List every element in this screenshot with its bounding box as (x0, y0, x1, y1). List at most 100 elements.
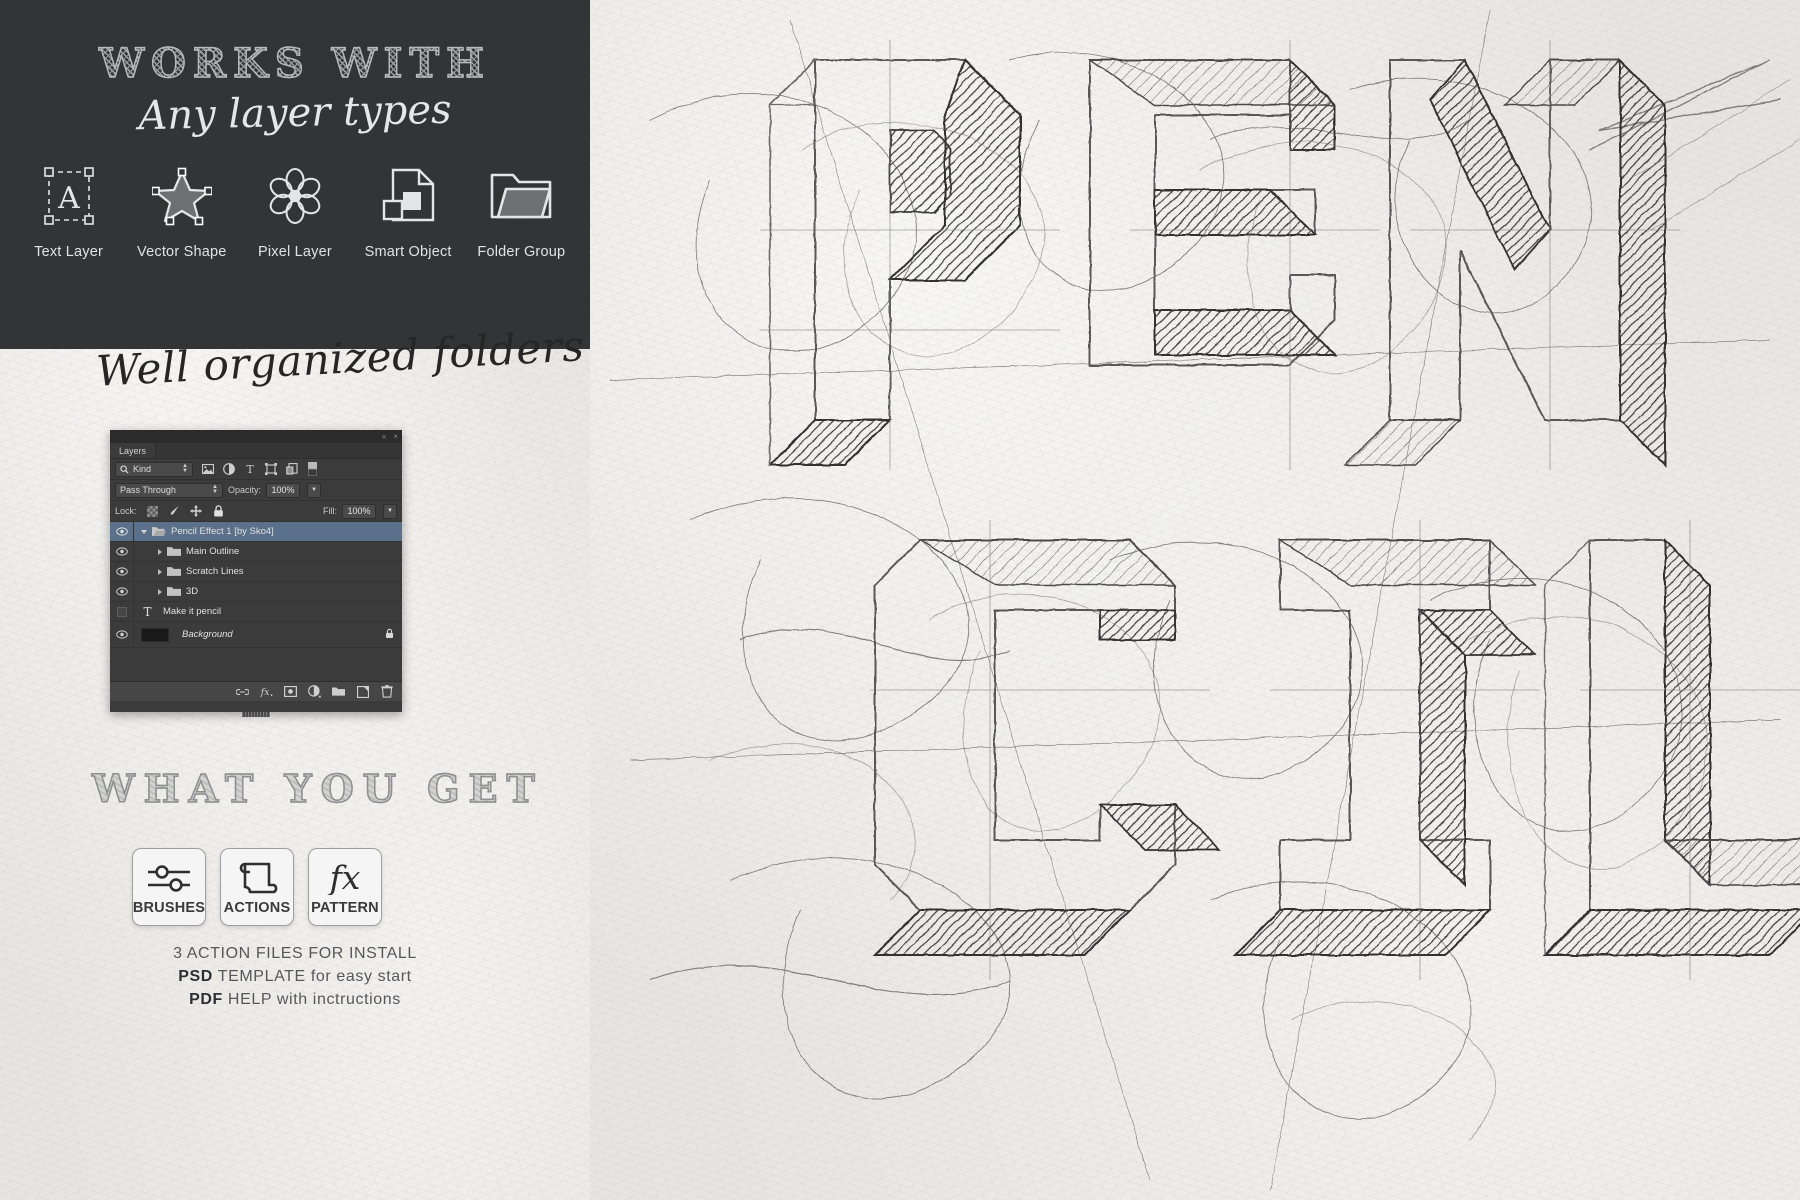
lock-position-icon[interactable] (190, 505, 203, 518)
type-layer-icon: T (143, 605, 151, 618)
close-panel-icon[interactable]: × (393, 432, 398, 441)
table-row[interactable]: Scratch Lines (110, 562, 402, 582)
layer-visibility-toggle[interactable] (110, 562, 134, 581)
layer-name: 3D (186, 586, 199, 597)
adjustment-filter-icon[interactable] (222, 463, 235, 476)
expand-collapse-triangle-icon[interactable] (158, 568, 162, 575)
layer-type-smart-object: Smart Object (356, 160, 460, 260)
layer-type-text-layer: A Text Layer (17, 160, 121, 260)
deliverables-badge-row: BRUSHES ACTIONS fx PATTERN (132, 848, 382, 926)
hero-subtitle: Any layer types (137, 86, 453, 140)
layer-type-icon-row: A Text Layer Vector Shape Pixel Layer Sm… (0, 160, 590, 260)
text-layer-icon: A (17, 160, 121, 232)
eye-icon (115, 547, 128, 556)
layer-type-label: Text Layer (34, 244, 104, 260)
lock-all-icon[interactable] (212, 505, 225, 518)
filter-kind-select[interactable]: Kind ▲ ▼ (115, 461, 193, 477)
panel-resize-grip[interactable] (242, 712, 270, 717)
eye-icon (115, 567, 128, 576)
badge-label: ACTIONS (223, 900, 291, 916)
svg-text:T: T (143, 605, 151, 618)
letter-N (1343, 57, 1666, 468)
layer-thumbnail[interactable] (141, 627, 169, 642)
letter-I (1232, 539, 1538, 956)
table-row[interactable]: Background (110, 622, 402, 648)
panel-bottom-toolbar: fx (110, 681, 402, 701)
table-row[interactable]: Main Outline (110, 542, 402, 562)
fill-label: Fill: (323, 506, 337, 516)
folder-closed-icon (167, 587, 181, 596)
expand-collapse-triangle-icon[interactable] (158, 548, 162, 555)
layer-name: Pencil Effect 1 [by Sko4] (171, 526, 274, 537)
layer-visibility-toggle[interactable] (110, 582, 134, 601)
blend-mode-select[interactable]: Pass Through ▲ ▼ (115, 482, 223, 498)
fill-chevron-down-icon[interactable]: ▼ (383, 503, 397, 519)
badge-pattern[interactable]: fx PATTERN (308, 848, 382, 926)
search-icon (120, 464, 129, 474)
vector-shape-icon (130, 160, 234, 232)
deliverable-2-strong: PSD (178, 968, 213, 986)
shape-filter-icon[interactable] (264, 463, 277, 476)
hero-title: WORKS WITH (0, 43, 590, 84)
deliverable-3-strong: PDF (189, 991, 223, 1009)
type-filter-icon[interactable]: T (243, 463, 256, 476)
blend-mode-value: Pass Through (120, 485, 176, 495)
deliverable-3-rest: HELP with inctructions (222, 991, 401, 1009)
opacity-chevron-down-icon[interactable]: ▼ (307, 482, 322, 498)
layer-visibility-toggle[interactable] (110, 522, 134, 541)
folder-open-icon (152, 527, 166, 536)
works-with-hero-panel: WORKS WITH Any layer types A Text Layer (0, 0, 590, 349)
new-adjustment-layer-icon[interactable] (308, 685, 321, 698)
eye-icon (115, 527, 128, 536)
deliverable-line-3: PDF HELP with inctructions (0, 988, 590, 1011)
link-layers-icon[interactable] (236, 685, 249, 698)
delete-layer-icon[interactable] (380, 685, 393, 698)
collapse-panel-icon[interactable]: « (382, 432, 386, 441)
lock-transparent-pixels-icon[interactable] (146, 505, 159, 518)
layer-visibility-toggle[interactable] (110, 602, 134, 621)
new-layer-icon[interactable] (356, 685, 369, 698)
visibility-off-icon[interactable] (116, 606, 127, 617)
what-you-get-heading: WHAT YOU GET (91, 765, 544, 812)
panel-tab-strip: Layers (110, 443, 402, 459)
lock-label: Lock: (115, 506, 137, 516)
tab-layers[interactable]: Layers (110, 443, 157, 458)
layer-name: Main Outline (186, 546, 240, 557)
expand-collapse-triangle-icon[interactable] (141, 529, 147, 534)
layer-visibility-toggle[interactable] (110, 542, 134, 561)
smart-object-filter-icon[interactable] (285, 463, 298, 476)
folder-closed-icon (167, 547, 181, 556)
chevron-updown-icon: ▲ ▼ (212, 484, 218, 495)
layer-name: Scratch Lines (186, 566, 244, 577)
photoshop-layers-panel[interactable]: « × Layers Kind ▲ ▼ T Pass Through ▲ ▼ O… (110, 430, 402, 717)
badge-actions[interactable]: ACTIONS (220, 848, 294, 926)
layer-style-fx-icon[interactable]: fx (260, 685, 273, 698)
folder-group-icon (469, 160, 573, 232)
table-row[interactable]: T Make it pencil (110, 602, 402, 622)
layer-list: Pencil Effect 1 [by Sko4] Main Outline S… (110, 522, 402, 648)
lock-row: Lock: Fill: 100% ▼ (110, 501, 402, 522)
left-info-column: WORKS WITH Any layer types A Text Layer (0, 0, 590, 1200)
badge-brushes[interactable]: BRUSHES (132, 848, 206, 926)
filter-icon-group: T (201, 462, 319, 476)
layer-name: Background (182, 629, 233, 640)
table-row[interactable]: Pencil Effect 1 [by Sko4] (110, 522, 402, 542)
lock-image-pixels-icon[interactable] (168, 505, 181, 518)
layer-type-vector-shape: Vector Shape (130, 160, 234, 260)
new-group-icon[interactable] (332, 685, 345, 698)
expand-collapse-triangle-icon[interactable] (158, 588, 162, 595)
chevron-updown-icon: ▲ ▼ (182, 463, 188, 474)
opacity-value[interactable]: 100% (266, 482, 301, 498)
badge-label: PATTERN (311, 900, 379, 916)
table-row[interactable]: 3D (110, 582, 402, 602)
add-layer-mask-icon[interactable] (284, 685, 297, 698)
pixel-filter-icon[interactable] (201, 463, 214, 476)
layer-visibility-toggle[interactable] (110, 622, 134, 647)
folder-closed-icon (167, 567, 181, 576)
layer-name: Make it pencil (163, 606, 222, 617)
layer-type-label: Vector Shape (137, 244, 227, 260)
smart-object-icon (356, 160, 460, 232)
fill-value[interactable]: 100% (342, 503, 376, 519)
filter-toggle-switch[interactable] (306, 462, 319, 476)
actions-scroll-icon (236, 858, 278, 898)
